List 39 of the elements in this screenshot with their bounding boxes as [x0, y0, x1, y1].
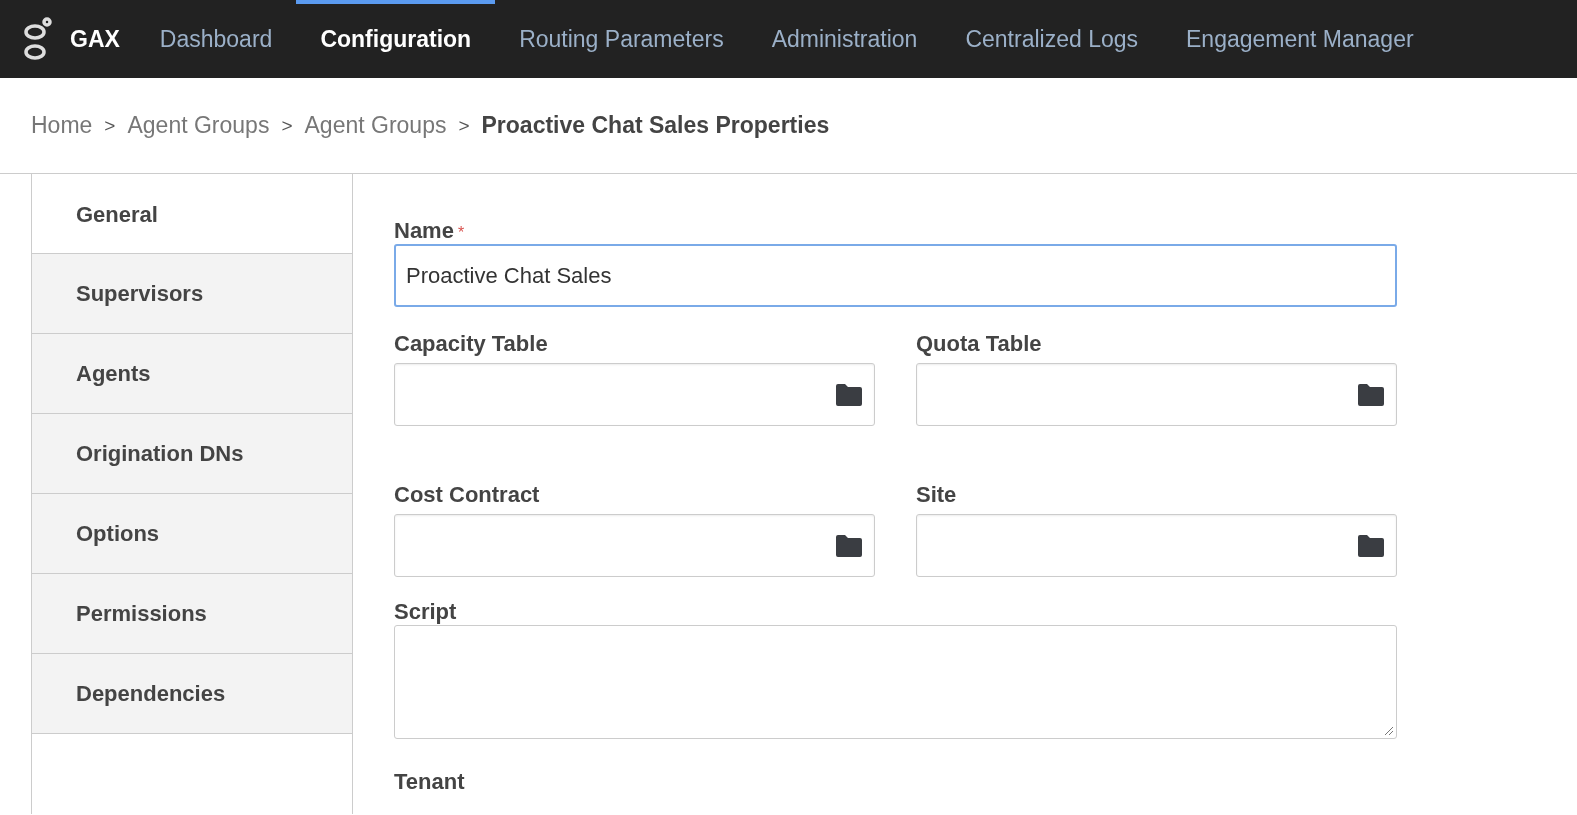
breadcrumb-separator: > [104, 114, 116, 137]
nav-tab[interactable]: Dashboard [135, 0, 297, 78]
field-label: Name [394, 218, 454, 243]
name-input[interactable]: Proactive Chat Sales [394, 244, 1397, 307]
lookup-field[interactable] [394, 514, 875, 577]
breadcrumb-separator: > [281, 114, 293, 137]
folder-icon[interactable] [1358, 383, 1384, 406]
nav-tab[interactable]: Administration [747, 0, 942, 78]
side-tab[interactable]: Dependencies [32, 654, 352, 734]
brand-name[interactable]: GAX [70, 25, 120, 53]
breadcrumb-separator: > [458, 114, 470, 137]
folder-icon[interactable] [1358, 534, 1384, 557]
folder-icon[interactable] [836, 383, 862, 406]
required-mark: * [457, 224, 465, 241]
lookup-field[interactable] [916, 363, 1397, 426]
nav-tab[interactable]: Routing Parameters [495, 0, 748, 78]
nav-tab[interactable]: Configuration [296, 0, 496, 78]
side-tab[interactable]: Supervisors [32, 254, 352, 334]
side-tab[interactable]: Agents [32, 334, 352, 414]
breadcrumb-link[interactable]: Agent Groups [304, 112, 447, 139]
logo-icon [22, 16, 52, 62]
side-tab[interactable]: Origination DNs [32, 414, 352, 494]
side-tab[interactable]: Options [32, 494, 352, 574]
lookup-field[interactable] [916, 514, 1397, 577]
side-tab[interactable]: Permissions [32, 574, 352, 654]
breadcrumb-link[interactable]: Agent Groups [127, 112, 270, 139]
folder-icon[interactable] [836, 534, 862, 557]
lookup-field[interactable] [394, 363, 875, 426]
field-label: Script [394, 599, 457, 624]
field-label: Site [916, 482, 958, 508]
breadcrumb-current: Proactive Chat Sales Properties [481, 112, 830, 139]
nav-tab[interactable]: Centralized Logs [941, 0, 1162, 78]
field-label: Capacity Table [394, 331, 549, 357]
nav-tab[interactable]: Engagement Manager [1162, 0, 1438, 78]
field-label: Cost Contract [394, 482, 541, 508]
resize-grip-icon[interactable] [1382, 724, 1394, 736]
field-label: Quota Table [916, 331, 1043, 357]
breadcrumb-link[interactable]: Home [31, 112, 93, 139]
field-label: Tenant [394, 769, 465, 794]
